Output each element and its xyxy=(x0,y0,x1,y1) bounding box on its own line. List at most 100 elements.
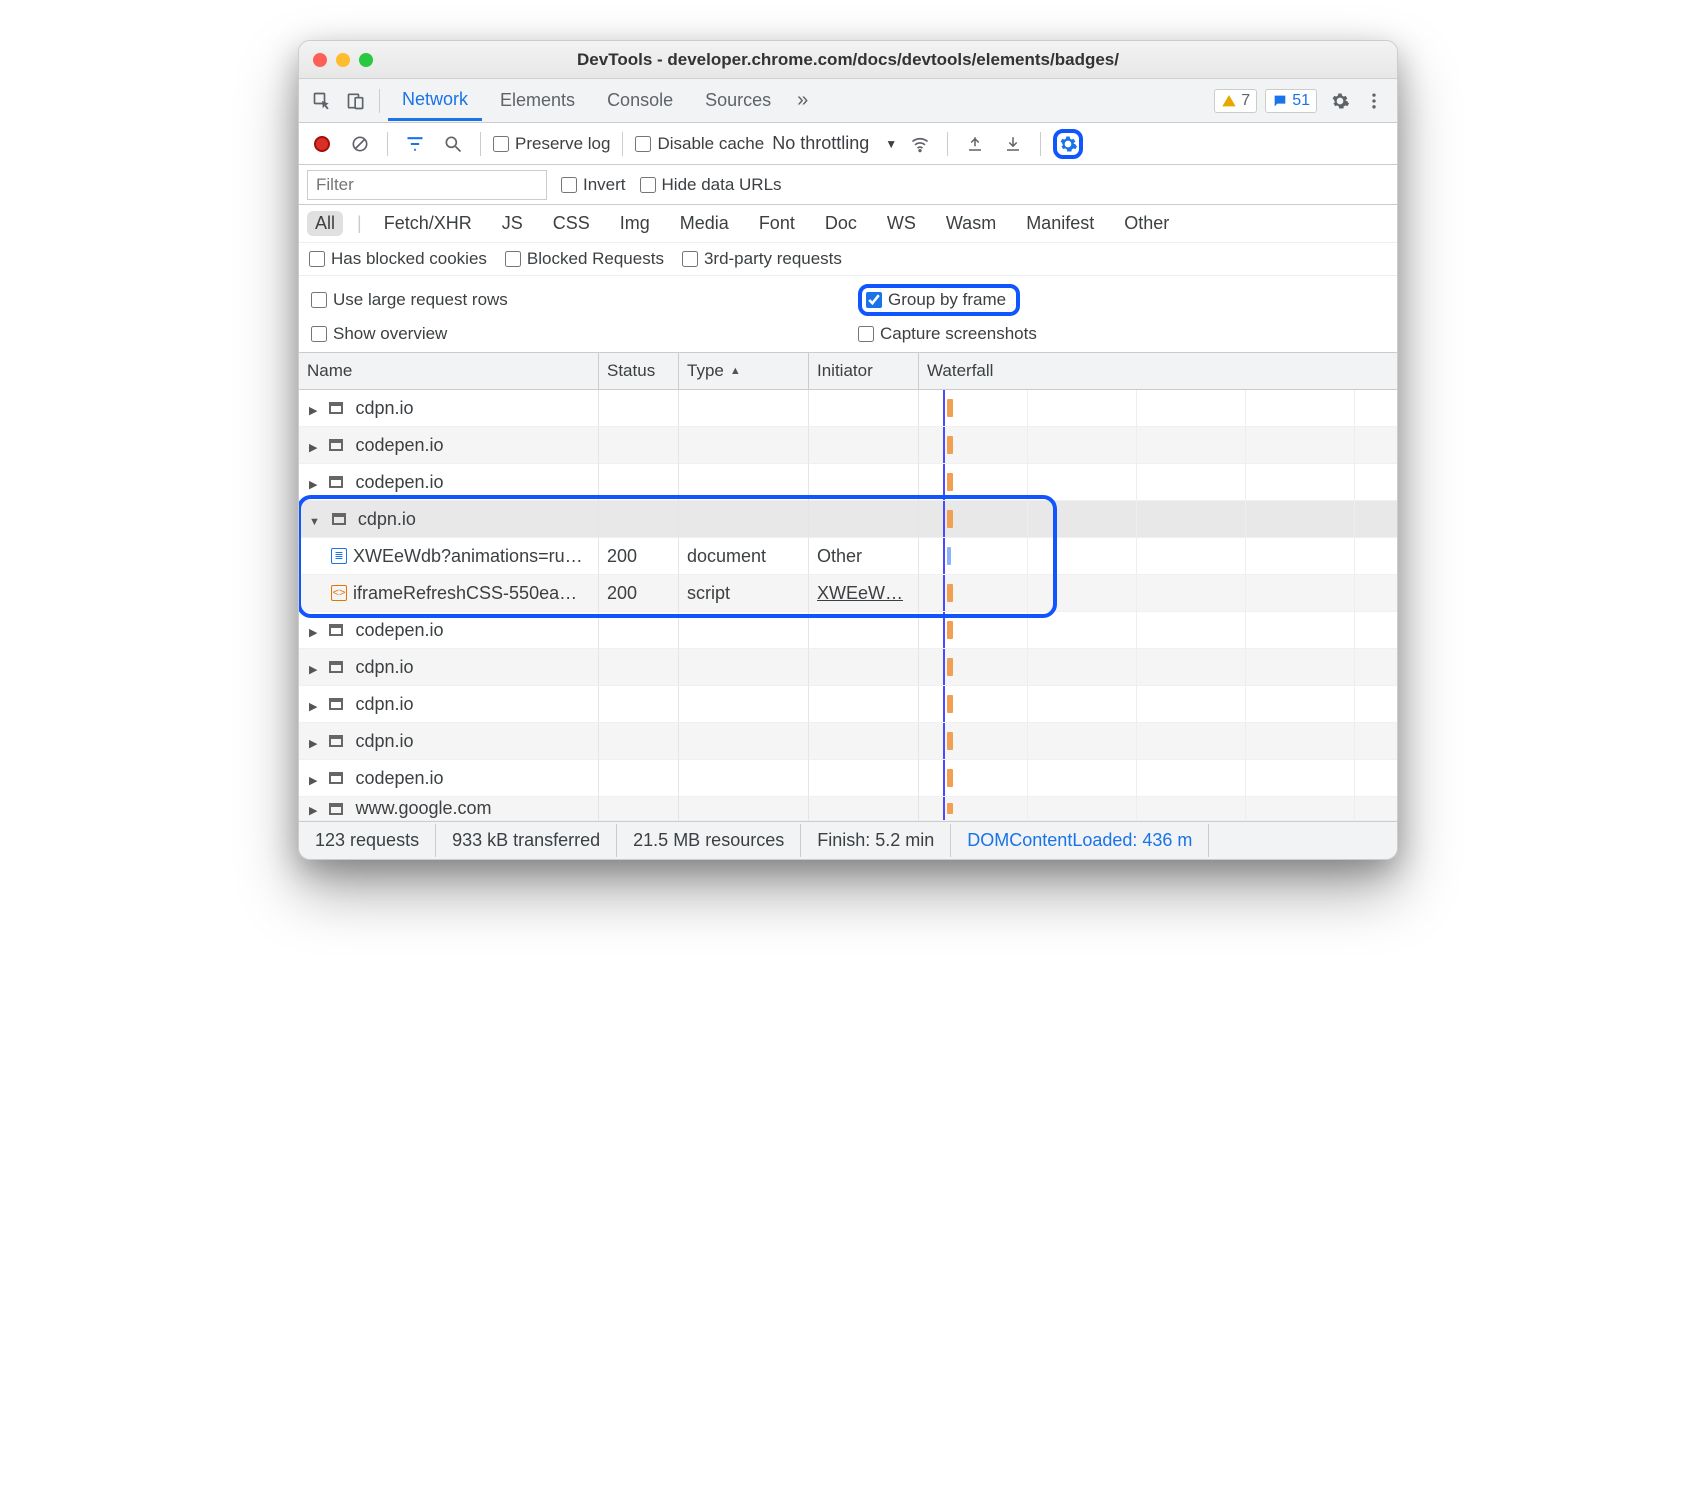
tabs-overflow[interactable]: » xyxy=(789,89,816,112)
frame-row[interactable]: codepen.io xyxy=(299,427,1397,464)
capture-screenshots-checkbox[interactable]: Capture screenshots xyxy=(858,324,1385,344)
throttling-select[interactable]: No throttling▼ xyxy=(772,133,897,154)
frame-row[interactable]: codepen.io xyxy=(299,464,1397,501)
frame-name: cdpn.io xyxy=(355,657,413,678)
type-other[interactable]: Other xyxy=(1116,211,1177,236)
disclosure-icon xyxy=(309,694,323,715)
clear-icon[interactable] xyxy=(345,129,375,159)
type-wasm[interactable]: Wasm xyxy=(938,211,1004,236)
zoom-button[interactable] xyxy=(359,53,373,67)
group-by-frame-checkbox[interactable]: Group by frame xyxy=(858,284,1020,316)
tab-sources[interactable]: Sources xyxy=(691,82,785,119)
traffic-lights xyxy=(313,53,373,67)
disclosure-icon xyxy=(309,731,323,752)
large-rows-checkbox[interactable]: Use large request rows xyxy=(311,284,838,316)
frame-row[interactable]: codepen.io xyxy=(299,760,1397,797)
network-conditions-icon[interactable] xyxy=(905,129,935,159)
tab-elements[interactable]: Elements xyxy=(486,82,589,119)
warnings-badge[interactable]: 7 xyxy=(1214,89,1257,113)
filter-input[interactable] xyxy=(307,170,547,200)
frame-name: www.google.com xyxy=(355,798,491,819)
status-finish: Finish: 5.2 min xyxy=(801,824,951,857)
type-manifest[interactable]: Manifest xyxy=(1018,211,1102,236)
extra-filters: Has blocked cookies Blocked Requests 3rd… xyxy=(299,243,1397,276)
frame-name: codepen.io xyxy=(355,768,443,789)
blocked-cookies-checkbox[interactable]: Has blocked cookies xyxy=(309,249,487,269)
type-img[interactable]: Img xyxy=(612,211,658,236)
blocked-requests-checkbox[interactable]: Blocked Requests xyxy=(505,249,664,269)
messages-count: 51 xyxy=(1292,92,1310,110)
request-name: XWEeWdb?animations=ru… xyxy=(353,546,583,567)
frame-row[interactable]: cdpn.io xyxy=(299,390,1397,427)
disclosure-icon xyxy=(309,657,323,678)
frame-icon xyxy=(329,624,343,636)
disable-cache-checkbox[interactable]: Disable cache xyxy=(635,134,764,154)
inspect-element-icon[interactable] xyxy=(307,86,337,116)
request-table-header: Name Status Type▲ Initiator Waterfall xyxy=(299,353,1397,390)
frame-icon xyxy=(329,661,343,673)
frame-row[interactable]: www.google.com xyxy=(299,797,1397,821)
frame-name: codepen.io xyxy=(355,620,443,641)
frame-row[interactable]: codepen.io xyxy=(299,612,1397,649)
frame-row[interactable]: cdpn.io xyxy=(299,686,1397,723)
minimize-button[interactable] xyxy=(336,53,350,67)
export-har-icon[interactable] xyxy=(998,129,1028,159)
frame-row[interactable]: cdpn.io xyxy=(299,723,1397,760)
type-media[interactable]: Media xyxy=(672,211,737,236)
disclosure-icon xyxy=(309,768,323,789)
messages-badge[interactable]: 51 xyxy=(1265,89,1317,113)
devtools-window: DevTools - developer.chrome.com/docs/dev… xyxy=(298,40,1398,860)
filter-icon[interactable] xyxy=(400,129,430,159)
preserve-log-checkbox[interactable]: Preserve log xyxy=(493,134,610,154)
frame-icon xyxy=(329,439,343,451)
network-settings-icon[interactable] xyxy=(1053,129,1083,159)
show-overview-checkbox[interactable]: Show overview xyxy=(311,324,838,344)
settings-icon[interactable] xyxy=(1325,86,1355,116)
invert-checkbox[interactable]: Invert xyxy=(561,175,626,195)
col-initiator[interactable]: Initiator xyxy=(809,353,919,389)
record-button[interactable] xyxy=(307,129,337,159)
network-settings-panel: Use large request rows Group by frame Sh… xyxy=(299,276,1397,353)
request-row[interactable]: <>iframeRefreshCSS-550ea…200scriptXWEeW… xyxy=(299,575,1397,612)
status-requests: 123 requests xyxy=(299,824,436,857)
frame-name: codepen.io xyxy=(355,472,443,493)
request-row[interactable]: ≣XWEeWdb?animations=ru…200documentOther xyxy=(299,538,1397,575)
frame-icon xyxy=(329,772,343,784)
type-cell: document xyxy=(679,538,809,575)
type-font[interactable]: Font xyxy=(751,211,803,236)
type-all[interactable]: All xyxy=(307,211,343,236)
type-js[interactable]: JS xyxy=(494,211,531,236)
disclosure-icon xyxy=(309,398,323,419)
type-css[interactable]: CSS xyxy=(545,211,598,236)
type-doc[interactable]: Doc xyxy=(817,211,865,236)
initiator-link[interactable]: XWEeW… xyxy=(817,583,903,604)
import-har-icon[interactable] xyxy=(960,129,990,159)
frame-row[interactable]: cdpn.io xyxy=(299,501,1397,538)
close-button[interactable] xyxy=(313,53,327,67)
type-fetch-xhr[interactable]: Fetch/XHR xyxy=(376,211,480,236)
frame-name: codepen.io xyxy=(355,435,443,456)
type-ws[interactable]: WS xyxy=(879,211,924,236)
hide-data-urls-checkbox[interactable]: Hide data URLs xyxy=(640,175,782,195)
frame-row[interactable]: cdpn.io xyxy=(299,649,1397,686)
tab-console[interactable]: Console xyxy=(593,82,687,119)
frame-icon xyxy=(329,803,343,815)
col-waterfall[interactable]: Waterfall xyxy=(919,353,1397,389)
frame-icon xyxy=(329,402,343,414)
search-icon[interactable] xyxy=(438,129,468,159)
panel-tabbar: Network Elements Console Sources » 7 51 xyxy=(299,79,1397,123)
request-name: iframeRefreshCSS-550ea… xyxy=(353,583,577,604)
type-cell: script xyxy=(679,575,809,612)
status-transferred: 933 kB transferred xyxy=(436,824,617,857)
col-name[interactable]: Name xyxy=(299,353,599,389)
disclosure-icon xyxy=(309,620,323,641)
tab-network[interactable]: Network xyxy=(388,81,482,121)
third-party-checkbox[interactable]: 3rd-party requests xyxy=(682,249,842,269)
col-type[interactable]: Type▲ xyxy=(679,353,809,389)
device-toggle-icon[interactable] xyxy=(341,86,371,116)
col-status[interactable]: Status xyxy=(599,353,679,389)
network-toolbar: Preserve log Disable cache No throttling… xyxy=(299,123,1397,165)
sort-asc-icon: ▲ xyxy=(730,365,741,377)
more-icon[interactable] xyxy=(1359,86,1389,116)
request-table-body: cdpn.iocodepen.iocodepen.iocdpn.io≣XWEeW… xyxy=(299,390,1397,821)
